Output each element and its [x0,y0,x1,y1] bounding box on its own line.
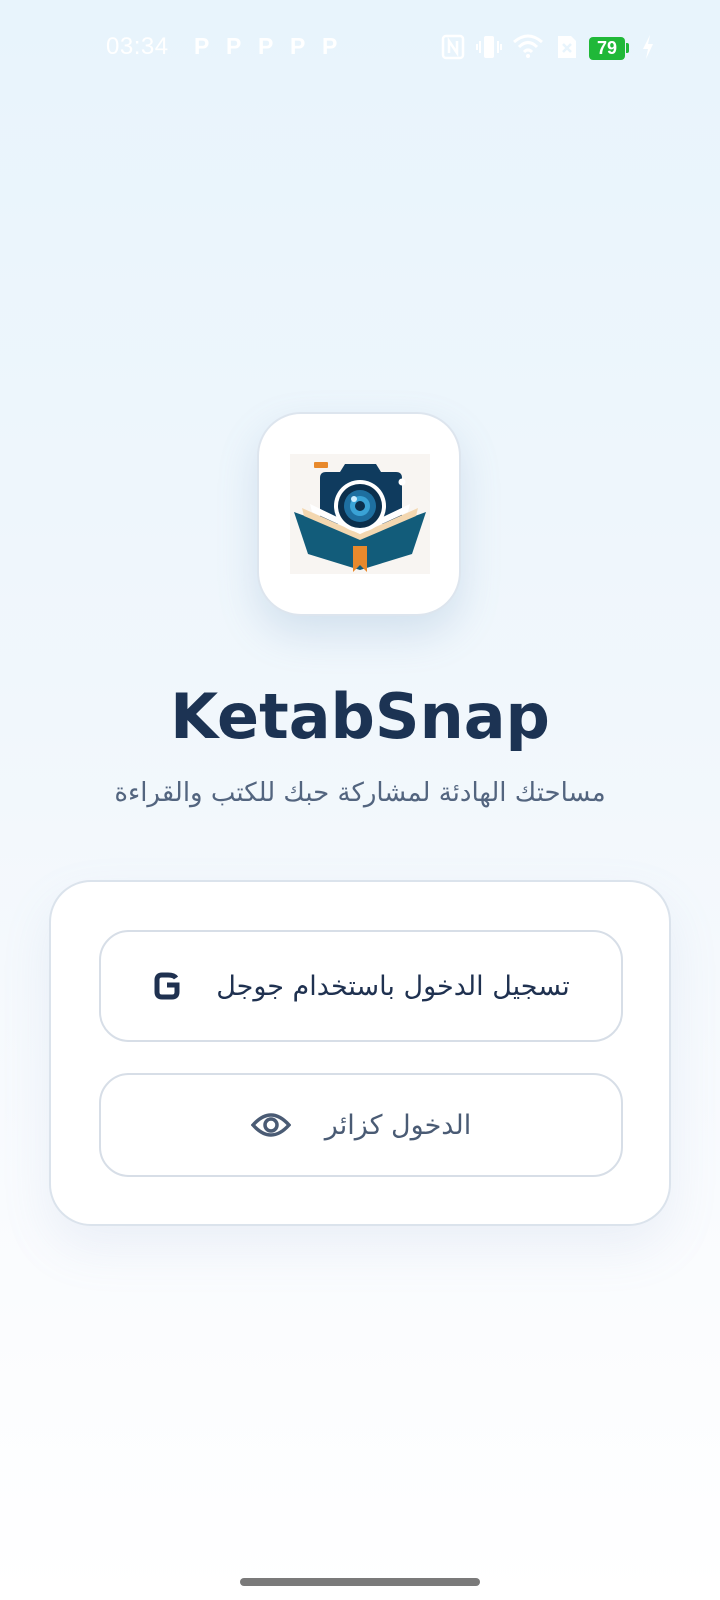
google-login-button[interactable]: تسجيل الدخول باستخدام جوجل [99,930,623,1042]
battery-tip [626,43,629,53]
login-card: تسجيل الدخول باستخدام جوجل الدخول كزائر [49,880,671,1226]
app-logo [257,412,461,616]
google-icon [152,971,182,1001]
nfc-icon [441,34,465,60]
status-time: 03:34 [106,33,169,60]
camera-book-logo-icon [290,454,430,574]
notification-p-icon: P [258,33,274,59]
app-subtitle: مساحتك الهادئة لمشاركة حبك للكتب والقراء… [114,778,606,808]
status-bar: 03:34 P P P P P 79 [0,0,720,96]
vibrate-icon [476,36,502,58]
app-title: KetabSnap [170,680,550,753]
notification-p-icon: P [226,33,242,59]
sim-off-icon [558,36,576,58]
google-login-label: تسجيل الدخول باستخدام جوجل [216,970,570,1002]
wifi-icon [513,34,543,58]
charging-icon [643,35,653,59]
battery-icon: 79 [589,37,625,60]
notification-p-icon: P [290,33,306,59]
notification-p-icon: P [322,33,338,59]
guest-login-button[interactable]: الدخول كزائر [99,1073,623,1177]
guest-login-label: الدخول كزائر [324,1109,472,1141]
home-indicator[interactable] [240,1578,480,1586]
eye-icon [250,1111,291,1139]
notification-p-icon: P [194,33,210,59]
